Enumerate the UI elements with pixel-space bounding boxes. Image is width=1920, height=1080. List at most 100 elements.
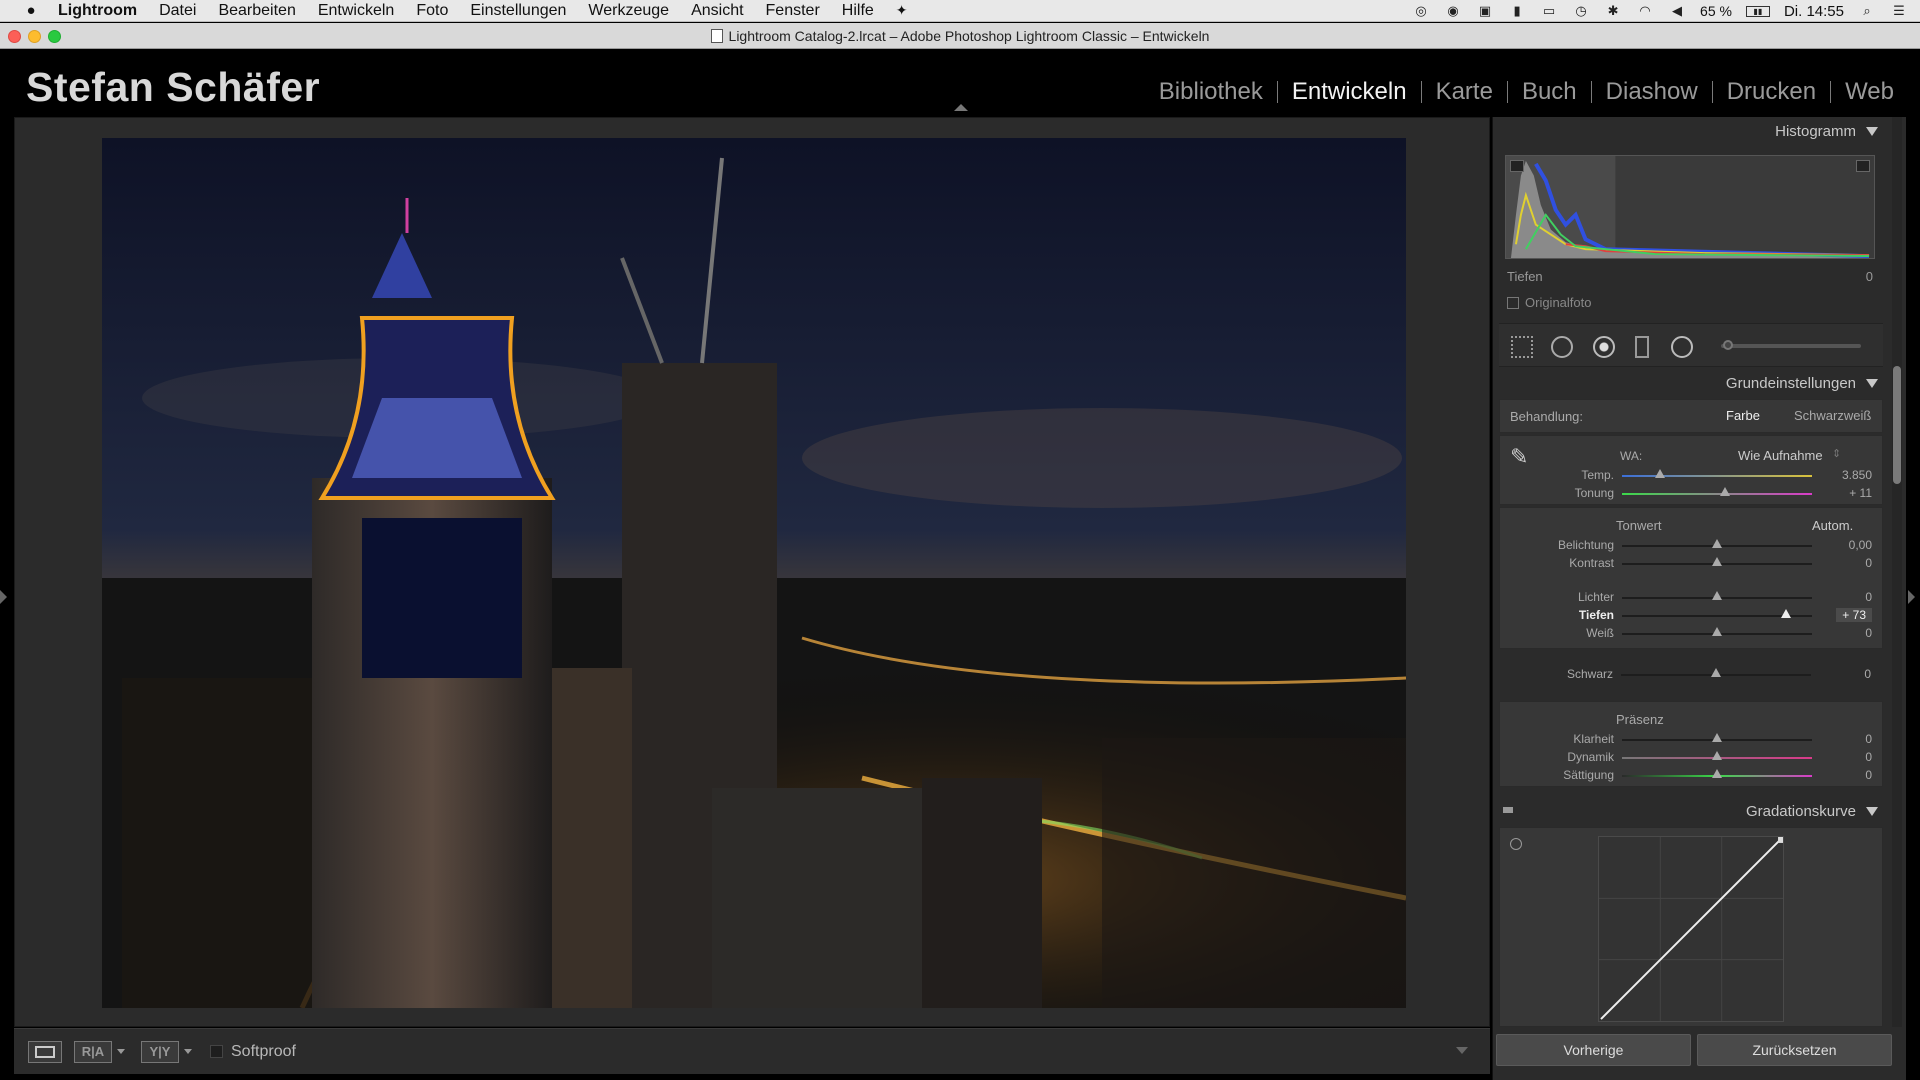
softproof-checkbox[interactable] (210, 1045, 223, 1058)
right-panel-toggle-icon[interactable] (1908, 590, 1915, 604)
right-panel-scrollbar[interactable] (1892, 117, 1902, 1027)
wb-preset-select[interactable]: Wie Aufnahme (1738, 448, 1823, 463)
bluetooth-icon[interactable]: ✱ (1604, 3, 1622, 18)
spotlight-search-icon[interactable]: ⌕ (1858, 3, 1876, 18)
creative-cloud-icon[interactable]: ◎ (1412, 3, 1430, 18)
clarity-slider-knob[interactable] (1712, 733, 1722, 742)
before-after-button[interactable]: R|A (74, 1040, 112, 1063)
left-panel-toggle-icon[interactable] (0, 590, 7, 604)
menu-app-lightroom[interactable]: Lightroom (58, 2, 137, 20)
menu-ansicht[interactable]: Ansicht (691, 2, 743, 20)
top-panel-toggle-icon[interactable] (954, 104, 968, 111)
collapse-triangle-icon[interactable] (1866, 126, 1878, 136)
exposure-slider-knob[interactable] (1712, 539, 1722, 548)
notification-center-icon[interactable]: ☰ (1890, 3, 1908, 18)
close-window-button[interactable] (8, 30, 21, 43)
whites-value[interactable]: 0 (1865, 626, 1872, 640)
record-icon[interactable]: ◉ (1444, 3, 1462, 18)
module-diashow[interactable]: Diashow (1592, 78, 1712, 106)
red-eye-icon[interactable] (1593, 336, 1615, 358)
clock[interactable]: Di. 14:55 (1784, 3, 1844, 20)
tone-curve-graph[interactable] (1598, 836, 1784, 1022)
exposure-value[interactable]: 0,00 (1849, 538, 1872, 552)
contrast-slider-knob[interactable] (1712, 557, 1722, 566)
target-adjust-icon[interactable] (1510, 838, 1522, 850)
wb-dropdown-icon[interactable]: ⇕ (1832, 447, 1841, 460)
loupe-view-button[interactable] (28, 1040, 62, 1063)
temp-slider-track[interactable] (1622, 475, 1812, 477)
menu-entwickeln[interactable]: Entwickeln (318, 2, 394, 20)
scrollbar-thumb[interactable] (1893, 366, 1901, 484)
reset-button[interactable]: Zurücksetzen (1697, 1034, 1892, 1066)
shadows-value[interactable]: + 73 (1836, 608, 1872, 622)
airplay-icon[interactable]: ▭ (1540, 3, 1558, 18)
highlights-value[interactable]: 0 (1865, 590, 1872, 604)
zoom-window-button[interactable] (48, 30, 61, 43)
toolbar-content-menu-icon[interactable] (1456, 1047, 1468, 1054)
saturation-slider-knob[interactable] (1712, 769, 1722, 778)
highlights-slider-knob[interactable] (1712, 591, 1722, 600)
treatment-bw-option[interactable]: Schwarzweiß (1794, 408, 1871, 423)
blacks-value[interactable]: 0 (1864, 667, 1871, 681)
adjustment-brush-icon[interactable] (1723, 340, 1733, 350)
module-drucken[interactable]: Drucken (1713, 78, 1830, 106)
auto-tone-button[interactable]: Autom. (1812, 518, 1853, 533)
menu-einstellungen[interactable]: Einstellungen (470, 2, 566, 20)
tone-curve-header[interactable]: Gradationskurve (1493, 797, 1888, 825)
time-machine-icon[interactable]: ◷ (1572, 3, 1590, 18)
treatment-color-option[interactable]: Farbe (1726, 408, 1760, 423)
adjustment-brush-slider[interactable] (1721, 344, 1861, 348)
wifi-icon[interactable]: ◠ (1636, 3, 1654, 18)
menu-foto[interactable]: Foto (416, 2, 448, 20)
script-menu-icon[interactable]: ✦ (896, 2, 908, 19)
module-buch[interactable]: Buch (1508, 78, 1591, 106)
vibrance-value[interactable]: 0 (1865, 750, 1872, 764)
module-bibliothek[interactable]: Bibliothek (1145, 78, 1277, 106)
vibrance-slider-knob[interactable] (1712, 751, 1722, 760)
histogram-title: Histogramm (1775, 122, 1856, 140)
contrast-value[interactable]: 0 (1865, 556, 1872, 570)
collapse-triangle-icon[interactable] (1866, 806, 1878, 816)
crop-tool-icon[interactable] (1511, 336, 1533, 358)
module-web[interactable]: Web (1831, 78, 1908, 106)
menu-fenster[interactable]: Fenster (766, 2, 820, 20)
module-karte[interactable]: Karte (1422, 78, 1507, 106)
shadow-clipping-indicator-icon[interactable] (1510, 160, 1524, 172)
photo-preview[interactable] (102, 138, 1406, 1008)
tint-slider-track[interactable] (1622, 493, 1812, 495)
apple-menu-icon[interactable]: ● (20, 0, 42, 22)
menu-datei[interactable]: Datei (159, 2, 196, 20)
volume-icon[interactable]: ◀ (1668, 3, 1686, 18)
temp-slider-knob[interactable] (1655, 469, 1665, 478)
temp-value[interactable]: 3.850 (1842, 468, 1872, 482)
histogram-header[interactable]: Histogramm (1493, 117, 1888, 145)
before-after-dropdown-icon[interactable] (117, 1049, 125, 1054)
menu-werkzeuge[interactable]: Werkzeuge (588, 2, 669, 20)
graduated-filter-icon[interactable] (1635, 336, 1649, 358)
whites-slider-knob[interactable] (1712, 627, 1722, 636)
basic-panel-header[interactable]: Grundeinstellungen (1493, 369, 1888, 397)
clarity-value[interactable]: 0 (1865, 732, 1872, 746)
collapse-triangle-icon[interactable] (1866, 378, 1878, 388)
before-after-swap-button[interactable]: Y|Y (141, 1040, 179, 1063)
minimize-window-button[interactable] (28, 30, 41, 43)
blacks-slider-knob[interactable] (1711, 668, 1721, 677)
tint-value[interactable]: + 11 (1849, 486, 1872, 500)
app-icon[interactable]: ▣ (1476, 3, 1494, 18)
spot-removal-icon[interactable] (1551, 336, 1573, 358)
histogram[interactable] (1505, 155, 1875, 259)
bookmark-icon[interactable]: ▮ (1508, 3, 1526, 18)
menu-hilfe[interactable]: Hilfe (842, 2, 874, 20)
tint-slider-knob[interactable] (1719, 487, 1730, 496)
radial-filter-icon[interactable] (1671, 336, 1693, 358)
module-entwickeln[interactable]: Entwickeln (1278, 78, 1421, 106)
original-photo-checkbox[interactable] (1507, 296, 1519, 309)
highlight-clipping-indicator-icon[interactable] (1856, 160, 1870, 172)
previous-settings-button[interactable]: Vorherige (1496, 1034, 1691, 1066)
eyedropper-icon[interactable]: ✎ (1510, 444, 1528, 470)
battery-icon[interactable]: ▮▮ (1745, 5, 1770, 17)
saturation-value[interactable]: 0 (1865, 768, 1872, 782)
menu-bearbeiten[interactable]: Bearbeiten (218, 2, 295, 20)
shadows-slider-knob[interactable] (1781, 609, 1792, 618)
swap-dropdown-icon[interactable] (184, 1049, 192, 1054)
